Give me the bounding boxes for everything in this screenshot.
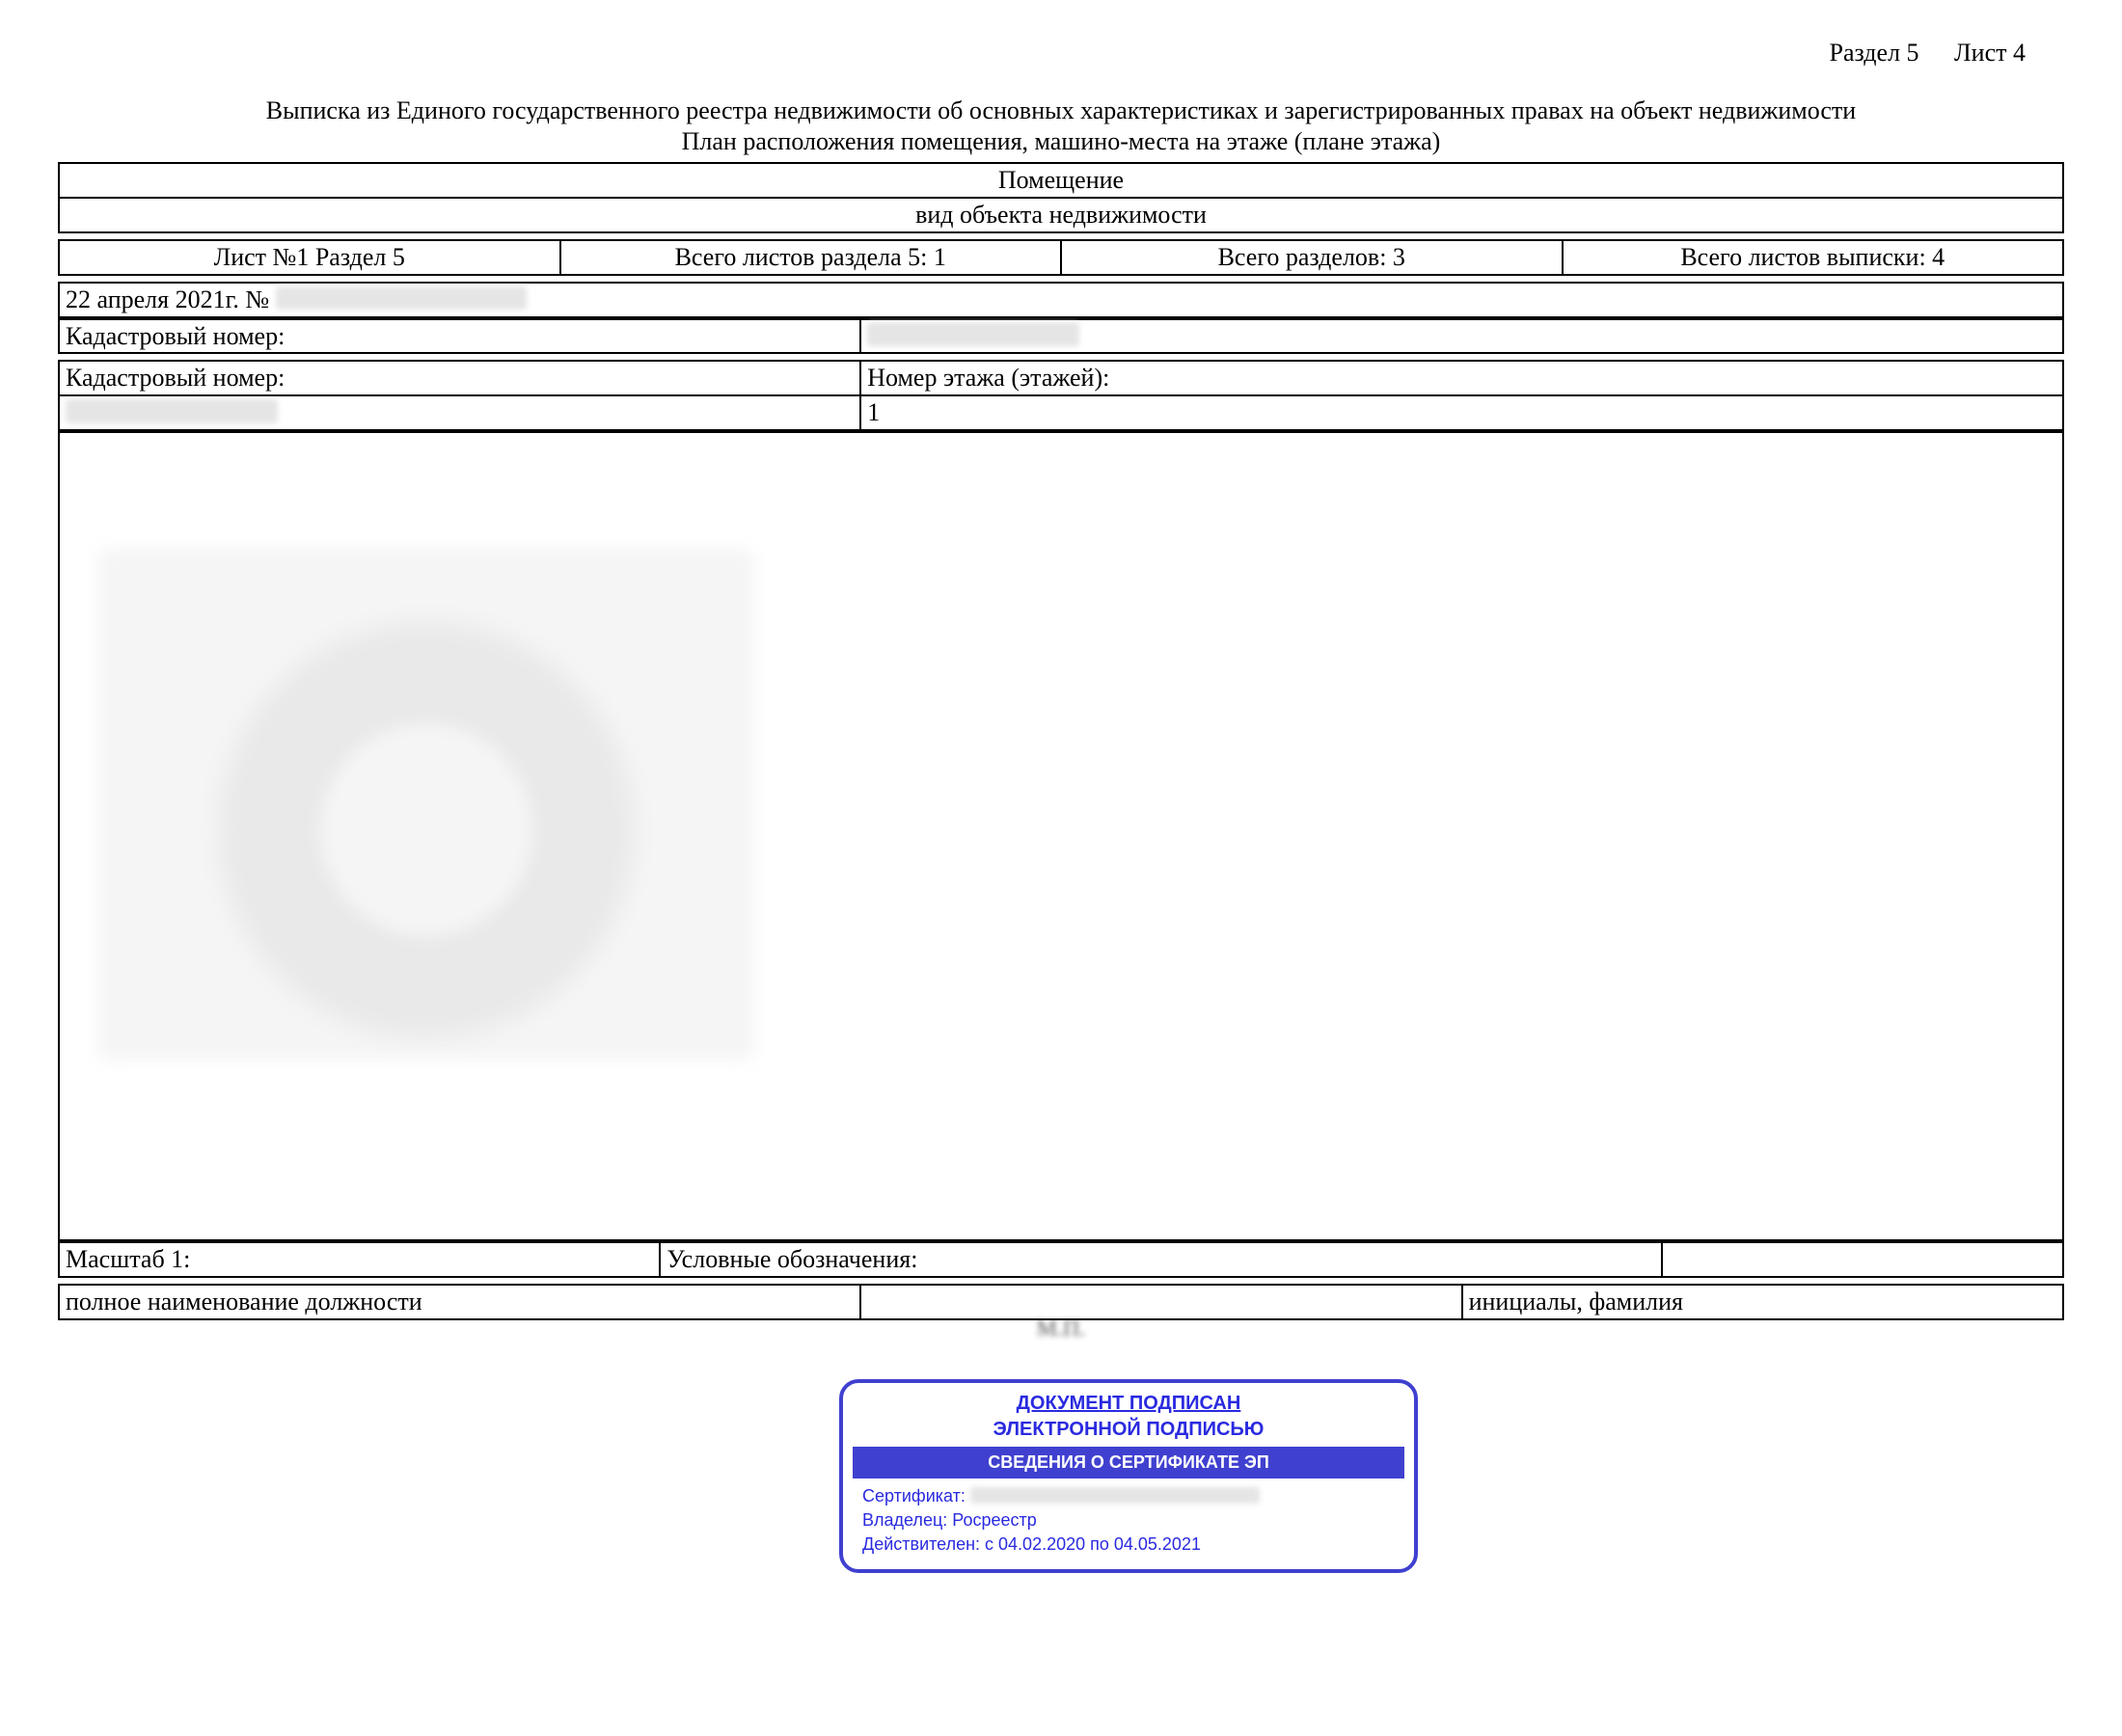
cadastral-floor-table: Кадастровый номер: Номер этажа (этажей):… xyxy=(58,360,2064,431)
floor-plan-image-redacted xyxy=(98,549,754,1060)
cadastral-table-1: Кадастровый номер: xyxy=(58,318,2064,355)
redacted-number xyxy=(276,286,527,311)
cadastral-value-1 xyxy=(860,319,2063,354)
stamp-sub: ЭЛЕКТРОННОЙ ПОДПИСЬЮ xyxy=(843,1419,1414,1447)
document-subtitle: План расположения помещения, машино-мест… xyxy=(58,127,2064,156)
stamp-cert: Сертификат: xyxy=(862,1484,1395,1508)
redacted-cert xyxy=(970,1487,1260,1504)
cadastral-label-2: Кадастровый номер: xyxy=(59,361,860,395)
nav-table: Лист №1 Раздел 5 Всего листов раздела 5:… xyxy=(58,239,2064,276)
digital-signature-stamp: ДОКУМЕНТ ПОДПИСАН ЭЛЕКТРОННОЙ ПОДПИСЬЮ С… xyxy=(839,1379,1418,1573)
legend-cell: Условные обозначения: xyxy=(660,1242,1662,1277)
initials-cell: инициалы, фамилия xyxy=(1462,1285,2063,1319)
legend-empty xyxy=(1662,1242,2063,1277)
stamp-owner: Владелец: Росреестр xyxy=(862,1508,1395,1533)
stamp-valid: Действителен: с 04.02.2020 по 04.05.2021 xyxy=(862,1533,1395,1557)
floor-plan-area xyxy=(58,431,2064,1241)
cadastral-label-1: Кадастровый номер: xyxy=(59,319,860,354)
scale-legend-table: Масштаб 1: Условные обозначения: xyxy=(58,1241,2064,1278)
section-label: Раздел 5 xyxy=(1830,39,1919,67)
page: Раздел 5 Лист 4 Выписка из Единого госуд… xyxy=(0,0,2122,1736)
object-kind-label: вид объекта недвижимости xyxy=(59,198,2063,232)
date-number-cell: 22 апреля 2021г. № xyxy=(59,283,2063,317)
nav-sheet-section: Лист №1 Раздел 5 xyxy=(59,240,560,275)
signature-cell xyxy=(860,1285,1461,1319)
seal-mark: М.П. xyxy=(58,1316,2064,1343)
stamp-bar: СВЕДЕНИЯ О СЕРТИФИКАТЕ ЭП xyxy=(853,1447,1404,1478)
page-meta: Раздел 5 Лист 4 xyxy=(1801,39,2027,68)
stamp-head: ДОКУМЕНТ ПОДПИСАН xyxy=(843,1383,1414,1419)
floor-label: Номер этажа (этажей): xyxy=(860,361,2063,395)
floor-value: 1 xyxy=(860,395,2063,430)
stamp-body: Сертификат: Владелец: Росреестр Действит… xyxy=(843,1478,1414,1569)
redacted-cadastral-2 xyxy=(66,399,278,423)
object-table: Помещение вид объекта недвижимости xyxy=(58,162,2064,233)
stamp-cert-label: Сертификат: xyxy=(862,1486,970,1505)
scale-cell: Масштаб 1: xyxy=(59,1242,660,1277)
object-name: Помещение xyxy=(59,163,2063,198)
sheet-label: Лист 4 xyxy=(1954,39,2026,67)
signature-table: полное наименование должности инициалы, … xyxy=(58,1284,2064,1320)
nav-sheets-in-section: Всего листов раздела 5: 1 xyxy=(560,240,1062,275)
position-cell: полное наименование должности xyxy=(59,1285,860,1319)
nav-sections-total: Всего разделов: 3 xyxy=(1061,240,1563,275)
cadastral-value-2 xyxy=(59,395,860,430)
date-number-text: 22 апреля 2021г. № xyxy=(66,285,276,313)
redacted-cadastral-1 xyxy=(867,322,1079,346)
document-title: Выписка из Единого государственного реес… xyxy=(58,96,2064,125)
date-number-table: 22 апреля 2021г. № xyxy=(58,282,2064,318)
nav-sheets-total: Всего листов выписки: 4 xyxy=(1563,240,2064,275)
